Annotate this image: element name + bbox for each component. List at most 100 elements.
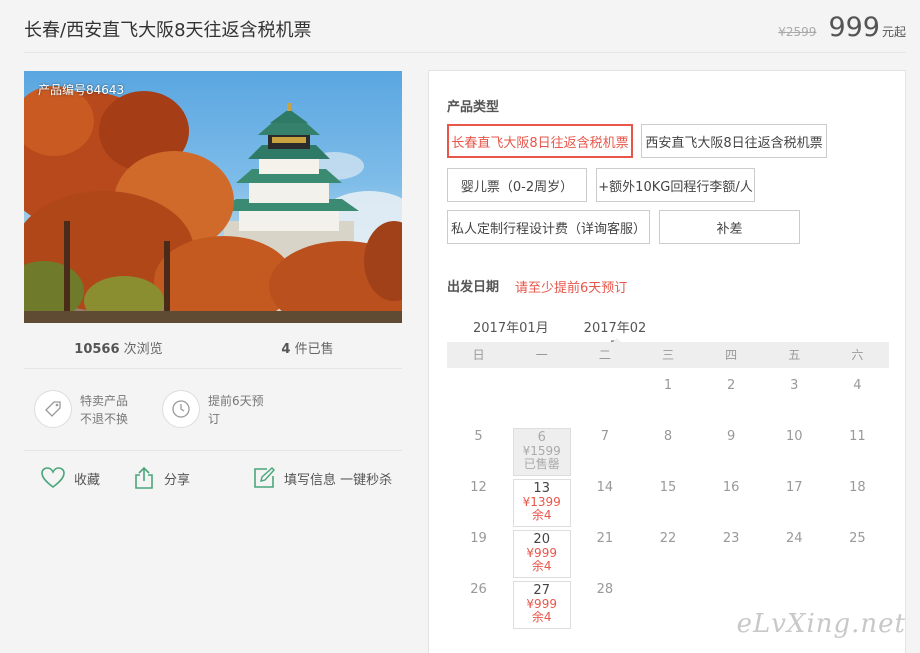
fill-info-button[interactable]: 填写信息 一键秒杀 [252, 466, 392, 490]
option-infant[interactable]: 婴儿票（0-2周岁） [447, 168, 587, 202]
product-stats: 10566 次浏览 4 件已售 [24, 338, 402, 368]
tab-month-jan[interactable]: 2017年01月 [473, 317, 549, 336]
weekday-sun: 日 [472, 348, 485, 362]
calendar-cell: 5 [447, 428, 510, 479]
calendar-day: 28 [576, 581, 634, 629]
share-icon [135, 466, 153, 489]
calendar-cell: 17 [763, 479, 826, 530]
calendar-day: 22 [639, 530, 697, 578]
day-number: 23 [722, 531, 740, 546]
calendar-day-soldout: 6 ¥1599 已售罄 [512, 428, 571, 476]
day-number: 2 [726, 378, 736, 393]
calendar-cell [636, 581, 699, 632]
calendar-cell: 24 [763, 530, 826, 581]
share-label: 分享 [164, 472, 191, 488]
stats-divider [24, 368, 402, 369]
weekday-header: 日 一 二 三 四 五 六 [447, 342, 889, 368]
booking-panel: 产品类型 长春直飞大阪8日往返含税机票 西安直飞大阪8日往返含税机票 婴儿票（0… [428, 70, 906, 653]
calendar-cell: 16 [700, 479, 763, 530]
day-number: 22 [659, 531, 677, 546]
calendar-day: 1 [639, 377, 697, 425]
calendar-day: 11 [828, 428, 886, 476]
calendar-cell: 4 [826, 377, 889, 428]
header-divider [24, 52, 906, 53]
calendar-day: 24 [765, 530, 823, 578]
day-number: 13 [533, 481, 550, 496]
calendar-cell: 25 [826, 530, 889, 581]
calendar-cell: 15 [636, 479, 699, 530]
day-number: 6 [537, 430, 546, 445]
calendar-week: 12 13 ¥1399 余4 14 15 16 17 18 [447, 479, 889, 530]
calendar-day: 4 [828, 377, 886, 425]
calendar-day: 26 [450, 581, 508, 629]
booking-note: 请至少提前6天预订 [515, 281, 628, 296]
day-number: 18 [849, 480, 866, 495]
calendar-day: 3 [765, 377, 823, 425]
feature-list: 特卖产品 不退不换 提前6天预订 [34, 390, 264, 428]
day-number: 11 [849, 429, 866, 444]
day-number: 20 [533, 532, 550, 547]
views-stat: 10566 次浏览 [24, 338, 213, 368]
calendar-day: 17 [765, 479, 823, 527]
option-xian[interactable]: 西安直飞大阪8日往返含税机票 [641, 124, 827, 158]
day-remaining: 已售罄 [523, 457, 560, 471]
option-price-difference[interactable]: 补差 [659, 210, 800, 244]
calendar-day: 8 [639, 428, 697, 476]
calendar-grid: 1 2 3 4 5 6 ¥1599 已售罄 7 8 9 10 11 12 13 ¥1399 余4 14 15 16 17… [447, 377, 889, 632]
feature-2-line2: 订 [208, 412, 221, 426]
departure-date-label: 出发日期 [447, 280, 500, 295]
calendar-day: 23 [702, 530, 760, 578]
calendar-cell: 13 ¥1399 余4 [510, 479, 573, 530]
day-number: 16 [722, 480, 740, 495]
current-price: 999 [828, 12, 880, 43]
day-number: 27 [533, 583, 550, 598]
option-extra-luggage[interactable]: +额外10KG回程行李额/人 [596, 168, 755, 202]
calendar-day-available[interactable]: 20 ¥999 余4 [512, 530, 571, 578]
calendar-day: 5 [450, 428, 508, 476]
tag-icon [34, 390, 72, 428]
feature-2-line1: 提前6天预 [208, 394, 264, 408]
feature-advance-booking: 提前6天预订 [162, 390, 264, 428]
calendar-cell: 22 [636, 530, 699, 581]
calendar-cell: 9 [700, 428, 763, 479]
day-number: 17 [785, 480, 803, 495]
calendar-week: 1 2 3 4 [447, 377, 889, 428]
day-number: 14 [596, 480, 614, 495]
calendar-cell [573, 377, 636, 428]
calendar-cell: 23 [700, 530, 763, 581]
action-bar: 收藏 分享 填写信息 一键秒杀 [40, 466, 392, 490]
weekday-tue: 二 [598, 348, 611, 362]
day-number: 4 [853, 378, 862, 393]
calendar-cell: 27 ¥999 余4 [510, 581, 573, 632]
calendar-cell: 14 [573, 479, 636, 530]
day-number: 21 [596, 531, 614, 546]
day-remaining: 余4 [531, 508, 552, 522]
calendar-day [513, 377, 571, 425]
calendar-cell: 18 [826, 479, 889, 530]
watermark: eLvXing.net [736, 609, 906, 639]
calendar-cell: 26 [447, 581, 510, 632]
calendar-cell: 3 [763, 377, 826, 428]
option-changchun[interactable]: 长春直飞大阪8日往返含税机票 [447, 124, 633, 158]
favorite-button[interactable]: 收藏 [40, 466, 100, 490]
calendar-day: 2 [702, 377, 760, 425]
osaka-castle-illustration [24, 86, 402, 323]
calendar-day [639, 581, 697, 629]
share-button[interactable]: 分享 [132, 466, 190, 490]
calendar-cell: 2 [700, 377, 763, 428]
calendar-day-available[interactable]: 27 ¥999 余4 [512, 581, 571, 629]
day-number: 12 [470, 480, 487, 495]
calendar-cell: 6 ¥1599 已售罄 [510, 428, 573, 479]
edit-icon [254, 467, 275, 488]
calendar-day-available[interactable]: 13 ¥1399 余4 [512, 479, 571, 527]
day-number: 10 [785, 429, 803, 444]
calendar-cell: 1 [636, 377, 699, 428]
day-number: 8 [663, 429, 673, 444]
product-photo: 产品编号84643 [24, 71, 402, 323]
calendar-day: 19 [450, 530, 508, 578]
calendar-cell: 28 [573, 581, 636, 632]
calendar-week: 19 20 ¥999 余4 21 22 23 24 25 [447, 530, 889, 581]
heart-icon [41, 467, 65, 489]
calendar-day: 15 [639, 479, 697, 527]
option-custom-itinerary[interactable]: 私人定制行程设计费（详询客服） [447, 210, 650, 244]
